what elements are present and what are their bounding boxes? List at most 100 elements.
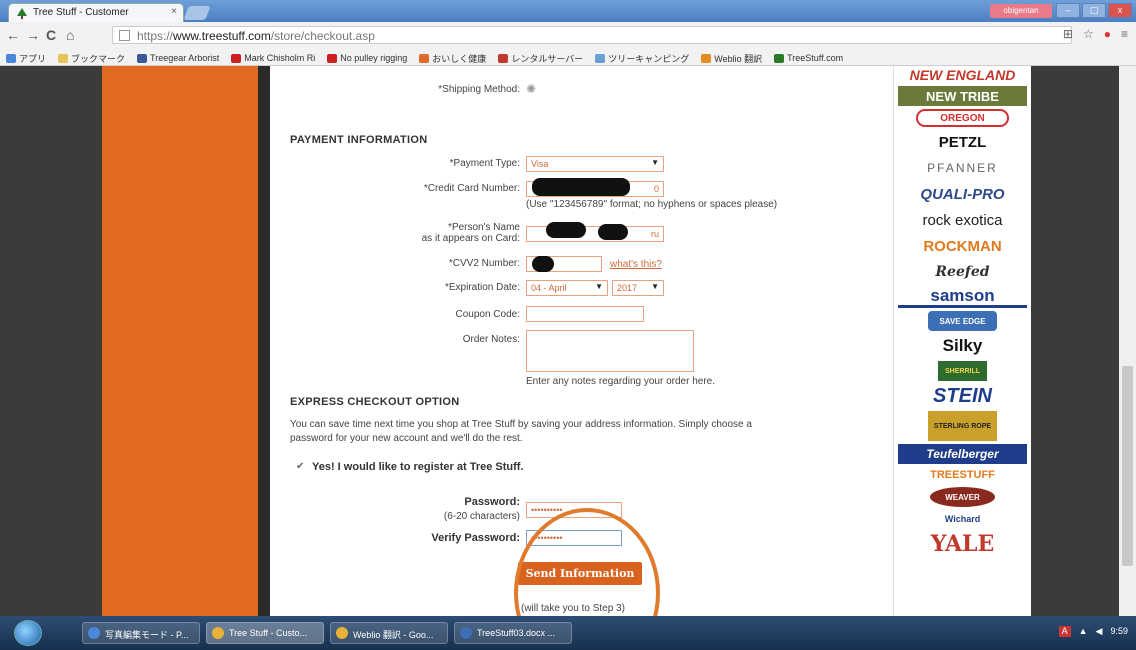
order-notes-label: Order Notes: (462, 334, 520, 345)
loading-spinner-icon: ✺ (526, 82, 537, 96)
window-controls: – ▢ x (1056, 3, 1132, 18)
taskbar-item-chrome-weblio[interactable]: Weblio 翻訳 - Goo... (330, 622, 448, 644)
youtube-icon (327, 53, 338, 63)
menu-icon[interactable]: ≡ (1121, 27, 1128, 41)
page-right-margin (1031, 66, 1119, 616)
shipping-method-label: *Shipping Method: (438, 84, 520, 95)
chrome-icon (212, 627, 224, 639)
brand-oregon[interactable]: OREGON (916, 109, 1009, 127)
order-notes-textarea[interactable] (526, 330, 694, 372)
apps-icon (6, 53, 16, 63)
page-gutter (258, 66, 270, 616)
browser-titlebar: Tree Stuff - Customer × obigentan – ▢ x (0, 0, 1136, 22)
maximize-button[interactable]: ▢ (1082, 3, 1106, 18)
express-heading: EXPRESS CHECKOUT OPTION (290, 396, 460, 408)
scrollbar-thumb[interactable] (1122, 366, 1133, 566)
brand-sterling-rope[interactable]: STERLING ROPE (928, 411, 997, 441)
brand-rockman[interactable]: ROCKMAN (898, 234, 1027, 258)
brand-reefed[interactable]: Reefed (898, 260, 1027, 284)
brand-treestuff[interactable]: TREESTUFF (898, 466, 1027, 484)
expiration-month-select[interactable]: 04 - April ▼ (526, 280, 608, 296)
express-text-1: You can save time next time you shop at … (290, 419, 752, 430)
minimize-button[interactable]: – (1056, 3, 1080, 18)
weblio-icon (701, 53, 712, 63)
network-icon[interactable]: ▲ (1079, 626, 1088, 637)
taskbar-item-chrome-treestuff[interactable]: Tree Stuff - Custo... (206, 622, 324, 644)
star-icon[interactable]: ☆ (1083, 27, 1094, 41)
extension-icon[interactable]: ● (1104, 27, 1111, 41)
brand-samson[interactable]: samson (898, 286, 1027, 308)
facebook-icon (137, 53, 148, 63)
taskbar-item-word-doc[interactable]: TreeStuff03.docx ... (454, 622, 572, 644)
page-scrollbar[interactable] (1119, 66, 1136, 616)
new-tab-button[interactable] (183, 6, 211, 20)
reload-icon[interactable]: C (46, 27, 56, 43)
brand-rock-exotica[interactable]: rock exotica (898, 208, 1027, 232)
close-window-button[interactable]: x (1108, 3, 1132, 18)
forward-arrow-icon[interactable]: → (26, 27, 40, 43)
order-notes-hint: Enter any notes regarding your order her… (526, 376, 715, 387)
brand-new-england[interactable]: NEW ENGLAND (898, 66, 1027, 84)
brand-wichard[interactable]: Wichard (898, 510, 1027, 528)
profile-button[interactable]: obigentan (990, 4, 1052, 18)
brand-yale[interactable]: YALE (898, 530, 1027, 558)
cvv-label: *CVV2 Number: (448, 258, 520, 269)
brand-weaver[interactable]: WEAVER (930, 487, 995, 507)
expiration-year-select[interactable]: 2017 ▼ (612, 280, 664, 296)
brand-save-edge[interactable]: SAVE EDGE (928, 311, 997, 331)
name-label: *Person's Name as it appears on Card: (421, 222, 520, 244)
cvv-help-link[interactable]: what's this? (610, 259, 662, 270)
coupon-label: Coupon Code: (455, 309, 521, 320)
site-icon (595, 53, 606, 63)
volume-icon[interactable]: ◀ (1096, 626, 1103, 637)
youtube-icon (231, 53, 242, 63)
tab-close-icon[interactable]: × (171, 6, 177, 17)
address-bar[interactable]: https://www.treestuff.com/store/checkout… (112, 26, 1072, 44)
bookmark-mark-chisholm[interactable]: Mark Chisholm Ri (231, 51, 315, 65)
register-label: Yes! I would like to register at Tree St… (312, 461, 524, 473)
clock[interactable]: 9:59 (1110, 626, 1128, 637)
brand-pfanner[interactable]: PFANNER (898, 156, 1027, 180)
bookmark-rental-server[interactable]: レンタルサーバー (498, 51, 583, 65)
start-button[interactable] (14, 620, 42, 646)
bookmark-treegear[interactable]: Treegear Arborist (137, 51, 219, 65)
windows-taskbar: 写真編集モード - P... Tree Stuff - Custo... Web… (0, 616, 1136, 650)
url-host: www.treestuff.com (173, 29, 271, 43)
word-icon (460, 627, 472, 639)
language-icon[interactable]: A (1058, 626, 1071, 637)
bookmark-weblio[interactable]: Weblio 翻訳 (701, 51, 762, 65)
bookmark-apps[interactable]: アプリ (6, 51, 46, 65)
redacted-name-1 (546, 222, 586, 238)
brand-stein[interactable]: STEIN (898, 384, 1027, 408)
browser-tab[interactable]: Tree Stuff - Customer × (8, 3, 184, 22)
back-arrow-icon[interactable]: ← (6, 27, 20, 43)
brand-sherrill[interactable]: SHERRILL (938, 361, 987, 381)
tree-favicon-icon (17, 8, 27, 19)
tree-icon (774, 53, 785, 63)
taskbar-item-photo-editor[interactable]: 写真編集モード - P... (82, 622, 200, 644)
site-icon (498, 53, 509, 63)
bookmark-no-pulley[interactable]: No pulley rigging (327, 51, 407, 65)
register-checkbox[interactable]: ✔ (296, 461, 304, 472)
bookmark-tree-camping[interactable]: ツリーキャンピング (595, 51, 689, 65)
coupon-field[interactable] (526, 306, 644, 322)
payment-type-select[interactable]: Visa ▼ (526, 156, 664, 172)
dropdown-arrow-icon: ▼ (595, 282, 603, 291)
brand-petzl[interactable]: PETZL (898, 130, 1027, 154)
site-icon (419, 53, 430, 63)
page-left-margin (0, 66, 102, 616)
bookmark-health[interactable]: おいしく健康 (419, 51, 486, 65)
brand-quali-pro[interactable]: QUALI-PRO (898, 182, 1027, 206)
translate-icon[interactable]: ⊞ (1063, 27, 1073, 41)
brand-new-tribe[interactable]: NEW TRIBE (898, 86, 1027, 106)
url-prefix: https:// (137, 29, 174, 43)
system-tray: A ▲ ◀ 9:59 (1058, 626, 1128, 637)
home-icon[interactable]: ⌂ (66, 27, 74, 43)
dropdown-arrow-icon: ▼ (651, 158, 659, 167)
brand-silky[interactable]: Silky (898, 334, 1027, 358)
bookmark-folder[interactable]: ブックマーク (58, 51, 125, 65)
bookmark-treestuff[interactable]: TreeStuff.com (774, 51, 843, 65)
password-hint: (6-20 characters) (443, 511, 520, 522)
cc-number-label: *Credit Card Number: (423, 183, 520, 194)
brand-teufelberger[interactable]: Teufelberger (898, 444, 1027, 464)
